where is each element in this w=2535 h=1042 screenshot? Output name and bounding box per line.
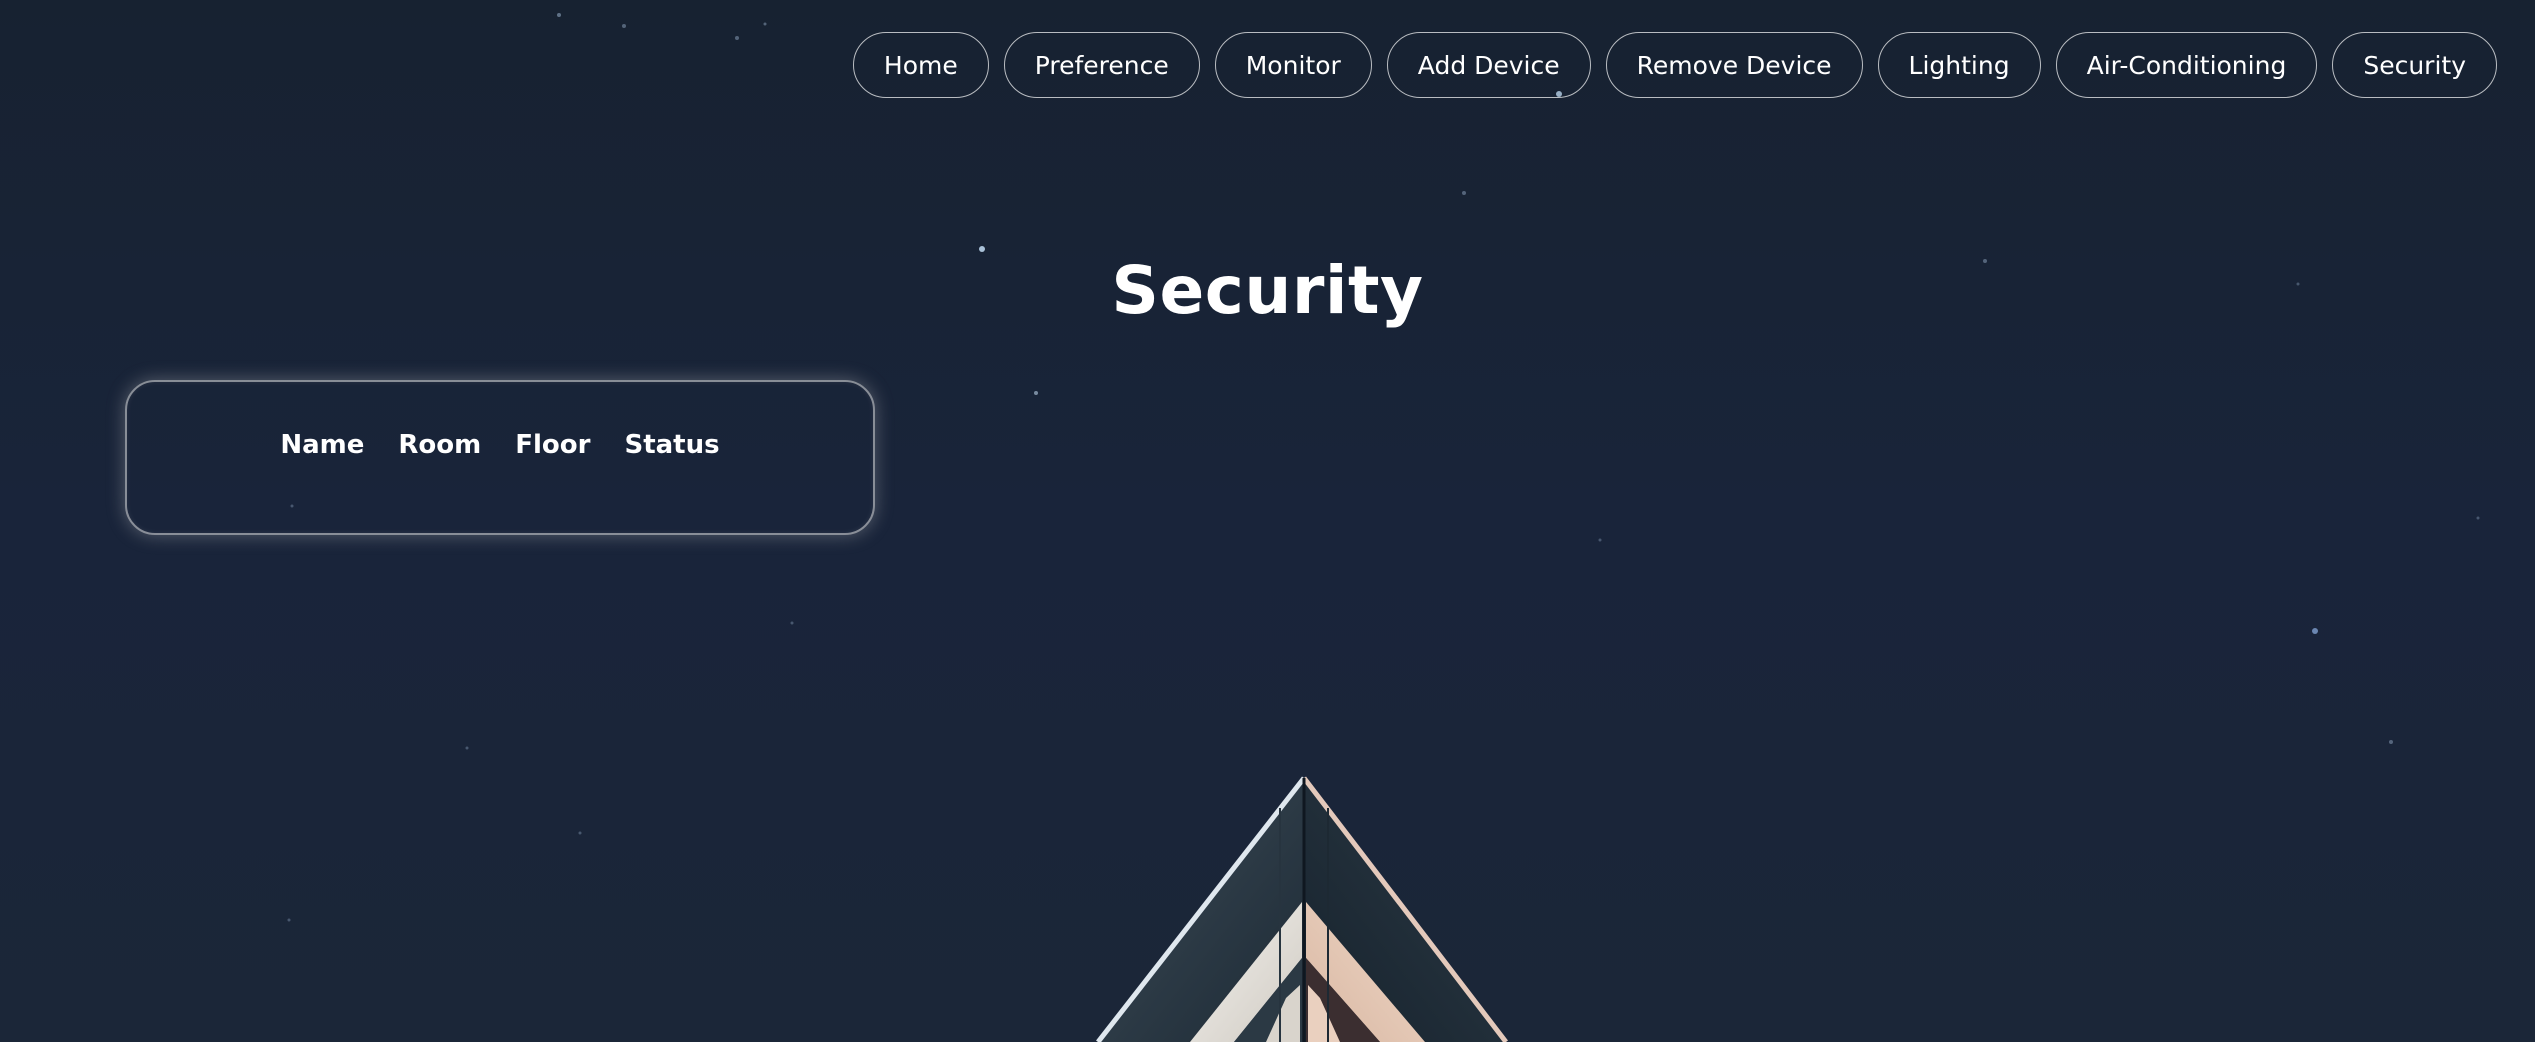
building-tower-illustration xyxy=(1096,776,1508,1042)
